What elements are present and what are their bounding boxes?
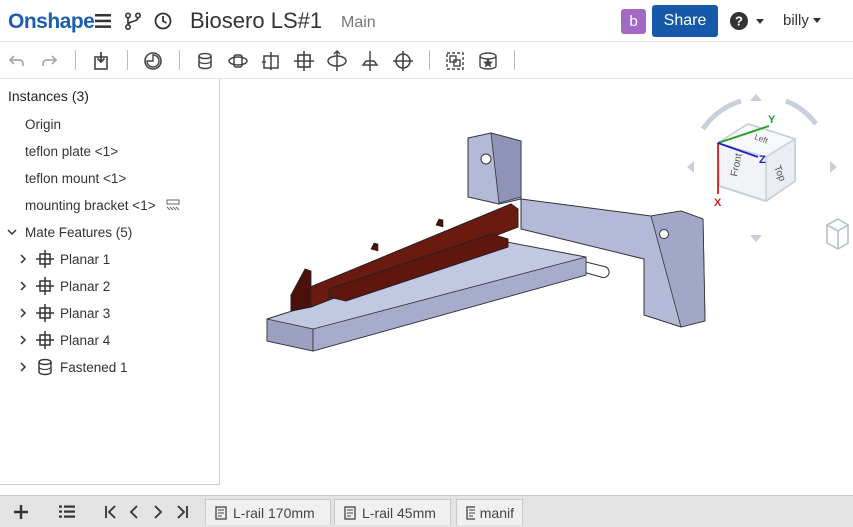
user-name: billy	[783, 12, 809, 29]
instance-teflon-plate[interactable]: teflon plate <1>	[25, 141, 118, 161]
chevron-right-icon[interactable]	[17, 307, 29, 319]
tab-l-rail-170mm[interactable]: L-rail 170mm	[205, 499, 331, 525]
chevron-down-icon	[756, 18, 764, 24]
instance-label: Origin	[25, 116, 62, 132]
instance-label: mounting bracket <1>	[25, 197, 156, 213]
tab-label: L-rail 170mm	[233, 504, 315, 521]
revolute-mate-icon[interactable]	[226, 49, 250, 73]
view-cube[interactable]: Front Top Left X Y Z	[687, 94, 837, 242]
mate-label: Planar 2	[60, 278, 111, 294]
mate-features-group[interactable]: Mate Features (5)	[6, 222, 132, 242]
part-studio-icon	[344, 505, 356, 520]
view-options-icon[interactable]	[826, 218, 849, 250]
instance-label: teflon mount <1>	[25, 170, 127, 186]
toolbar-divider	[429, 50, 430, 70]
header: Onshape Biosero LS#1 Main b Share ? bill…	[0, 0, 853, 42]
tab-manif[interactable]: manif	[456, 499, 523, 525]
instances-header: Instances (3)	[8, 88, 89, 104]
menu-icon[interactable]	[92, 10, 114, 32]
help-menu[interactable]: ?	[729, 11, 765, 31]
group-icon[interactable]	[443, 49, 467, 73]
add-tab-icon[interactable]	[11, 502, 31, 522]
instance-label: teflon plate <1>	[25, 143, 119, 159]
chevron-right-icon[interactable]	[17, 253, 29, 265]
history-icon[interactable]	[152, 10, 174, 32]
document-title[interactable]: Biosero LS#1	[190, 8, 322, 34]
part-studio-icon	[215, 505, 227, 520]
part-studio-icon	[466, 505, 475, 520]
fastened-mate-icon[interactable]	[193, 49, 217, 73]
chevron-right-icon[interactable]	[17, 361, 29, 373]
tab-label: L-rail 45mm	[362, 504, 436, 521]
tab-l-rail-45mm[interactable]: L-rail 45mm	[334, 499, 451, 525]
undo-icon[interactable]	[5, 49, 29, 73]
first-tab-icon[interactable]	[101, 502, 121, 522]
planar-mate-icon[interactable]	[292, 49, 316, 73]
mate-label: Planar 4	[60, 332, 111, 348]
slider-mate-icon[interactable]	[259, 49, 283, 73]
fixed-icon	[166, 199, 180, 211]
share-button[interactable]: Share	[652, 5, 718, 37]
chevron-right-icon[interactable]	[17, 334, 29, 346]
svg-text:?: ?	[735, 14, 743, 29]
axis-y-label: Y	[768, 114, 776, 126]
chevron-down-icon[interactable]	[6, 226, 18, 238]
rotate-right-icon[interactable]	[830, 161, 837, 173]
planar-mate-icon	[36, 250, 54, 268]
mate-planar-3[interactable]: Planar 3	[17, 303, 110, 323]
tab-label: manif	[479, 504, 514, 521]
mate-fastened-1[interactable]: Fastened 1	[17, 357, 128, 377]
next-tab-icon[interactable]	[148, 502, 168, 522]
fastened-mate-icon	[38, 358, 52, 376]
instance-teflon-mount[interactable]: teflon mount <1>	[25, 168, 126, 188]
graphics-viewport[interactable]: Front Top Left X Y Z	[221, 79, 853, 495]
last-tab-icon[interactable]	[172, 502, 192, 522]
toolbar-divider	[514, 50, 515, 70]
ball-mate-icon[interactable]	[391, 49, 415, 73]
mate-features-label: Mate Features (5)	[25, 224, 133, 240]
toolbar-divider	[179, 50, 180, 70]
named-position-icon[interactable]	[141, 49, 165, 73]
mate-connector-icon[interactable]	[476, 49, 500, 73]
previous-tab-icon[interactable]	[124, 502, 144, 522]
chevron-down-icon	[812, 18, 821, 23]
help-icon: ?	[730, 12, 748, 30]
tab-bar: L-rail 170mm L-rail 45mm manif	[0, 495, 853, 527]
mate-planar-4[interactable]: Planar 4	[17, 330, 110, 350]
instances-panel: Instances (3) Origin teflon plate <1> te…	[0, 79, 220, 485]
toolbar-divider	[127, 50, 128, 70]
redo-icon[interactable]	[37, 49, 61, 73]
tab-list-icon[interactable]	[57, 502, 77, 522]
axis-x-label: X	[714, 197, 722, 209]
mate-label: Fastened 1	[60, 359, 128, 375]
mate-planar-2[interactable]: Planar 2	[17, 276, 110, 296]
mate-label: Planar 3	[60, 305, 111, 321]
axis-z-label: Z	[759, 154, 766, 166]
user-menu[interactable]: billy	[783, 12, 821, 29]
chevron-right-icon[interactable]	[17, 280, 29, 292]
rotate-left-icon[interactable]	[687, 161, 694, 173]
planar-mate-icon	[36, 331, 54, 349]
mate-planar-1[interactable]: Planar 1	[17, 249, 110, 269]
pin-slot-mate-icon[interactable]	[358, 49, 382, 73]
toolbar	[0, 42, 853, 79]
avatar[interactable]: b	[621, 9, 646, 34]
onshape-logo[interactable]: Onshape	[8, 10, 95, 34]
branch-icon[interactable]	[122, 10, 144, 32]
assembly-model[interactable]: Front Top Left X Y Z	[221, 79, 853, 495]
cylindrical-mate-icon[interactable]	[325, 49, 349, 73]
toolbar-divider	[75, 50, 76, 70]
instance-origin[interactable]: Origin	[25, 114, 61, 134]
planar-mate-icon	[36, 277, 54, 295]
planar-mate-icon	[36, 304, 54, 322]
insert-icon[interactable]	[89, 49, 113, 73]
workspace-name[interactable]: Main	[341, 14, 376, 32]
instance-mounting-bracket[interactable]: mounting bracket <1>	[25, 195, 180, 215]
mate-label: Planar 1	[60, 251, 111, 267]
